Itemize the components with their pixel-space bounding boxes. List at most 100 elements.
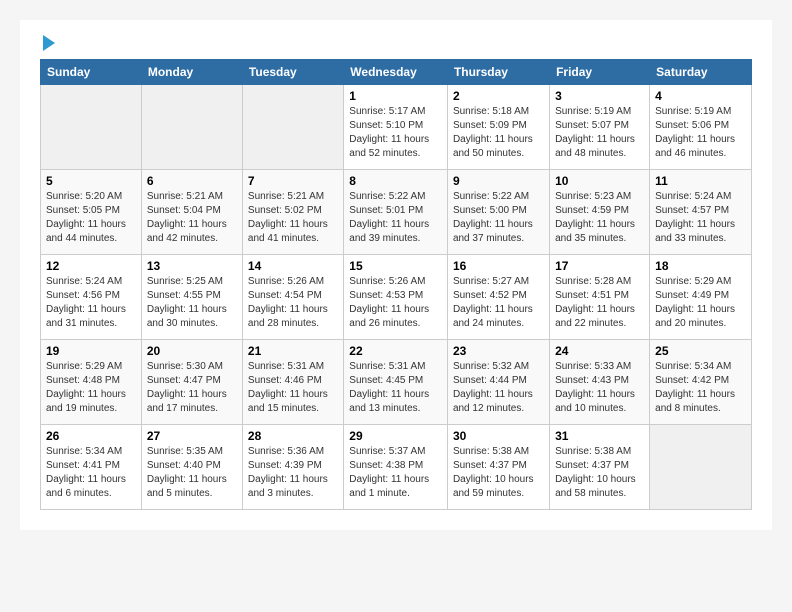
calendar-week-row: 12Sunrise: 5:24 AM Sunset: 4:56 PM Dayli… xyxy=(41,255,752,340)
calendar-cell: 24 Sunrise: 5:33 AM Sunset: 4:43 PM Dayli… xyxy=(550,340,650,425)
day-number: 28 xyxy=(248,429,338,443)
calendar-cell: 9 Sunrise: 5:22 AM Sunset: 5:00 PM Daylig… xyxy=(447,170,549,255)
day-number: 22 xyxy=(349,344,442,358)
day-info: Sunrise: 5:38 AM Sunset: 4:37 PM Dayligh… xyxy=(453,445,544,501)
calendar-cell xyxy=(242,85,343,170)
day-info: Sunrise: 5:34 AM Sunset: 4:41 PM Dayligh… xyxy=(46,445,136,501)
calendar-cell: 12Sunrise: 5:24 AM Sunset: 4:56 PM Dayli… xyxy=(41,255,142,340)
calendar-cell: 30Sunrise: 5:38 AM Sunset: 4:37 PM Dayli… xyxy=(447,425,549,510)
weekday-header-sunday: Sunday xyxy=(41,60,142,85)
calendar-cell: 4 Sunrise: 5:19 AM Sunset: 5:06 PM Daylig… xyxy=(650,85,752,170)
day-info: Sunrise: 5:28 AM Sunset: 4:51 PM Dayligh… xyxy=(555,275,644,331)
weekday-header-monday: Monday xyxy=(141,60,242,85)
day-info: Sunrise: 5:26 AM Sunset: 4:54 PM Dayligh… xyxy=(248,275,338,331)
calendar-cell: 26Sunrise: 5:34 AM Sunset: 4:41 PM Dayli… xyxy=(41,425,142,510)
calendar-cell: 5 Sunrise: 5:20 AM Sunset: 5:05 PM Daylig… xyxy=(41,170,142,255)
day-number: 3 xyxy=(555,89,644,103)
calendar-cell: 3 Sunrise: 5:19 AM Sunset: 5:07 PM Daylig… xyxy=(550,85,650,170)
day-info: Sunrise: 5:35 AM Sunset: 4:40 PM Dayligh… xyxy=(147,445,237,501)
calendar-cell: 6 Sunrise: 5:21 AM Sunset: 5:04 PM Daylig… xyxy=(141,170,242,255)
logo xyxy=(40,35,55,51)
calendar-cell: 18 Sunrise: 5:29 AM Sunset: 4:49 PM Dayli… xyxy=(650,255,752,340)
day-number: 23 xyxy=(453,344,544,358)
day-number: 12 xyxy=(46,259,136,273)
calendar-cell: 15Sunrise: 5:26 AM Sunset: 4:53 PM Dayli… xyxy=(344,255,448,340)
day-number: 10 xyxy=(555,174,644,188)
calendar-week-row: 26Sunrise: 5:34 AM Sunset: 4:41 PM Dayli… xyxy=(41,425,752,510)
calendar-cell: 11 Sunrise: 5:24 AM Sunset: 4:57 PM Dayli… xyxy=(650,170,752,255)
day-info: Sunrise: 5:23 AM Sunset: 4:59 PM Dayligh… xyxy=(555,190,644,246)
calendar-cell: 31 Sunrise: 5:38 AM Sunset: 4:37 PM Dayli… xyxy=(550,425,650,510)
calendar-cell: 17 Sunrise: 5:28 AM Sunset: 4:51 PM Dayli… xyxy=(550,255,650,340)
day-info: Sunrise: 5:22 AM Sunset: 5:01 PM Dayligh… xyxy=(349,190,442,246)
day-number: 14 xyxy=(248,259,338,273)
day-info: Sunrise: 5:38 AM Sunset: 4:37 PM Dayligh… xyxy=(555,445,644,501)
day-number: 9 xyxy=(453,174,544,188)
calendar-cell: 28 Sunrise: 5:36 AM Sunset: 4:39 PM Dayli… xyxy=(242,425,343,510)
logo-text xyxy=(40,35,55,51)
calendar-cell: 14 Sunrise: 5:26 AM Sunset: 4:54 PM Dayli… xyxy=(242,255,343,340)
day-number: 8 xyxy=(349,174,442,188)
weekday-header-wednesday: Wednesday xyxy=(344,60,448,85)
calendar-cell: 13 Sunrise: 5:25 AM Sunset: 4:55 PM Dayli… xyxy=(141,255,242,340)
day-number: 20 xyxy=(147,344,237,358)
day-number: 18 xyxy=(655,259,746,273)
calendar-cell: 22 Sunrise: 5:31 AM Sunset: 4:45 PM Dayli… xyxy=(344,340,448,425)
calendar-week-row: 5 Sunrise: 5:20 AM Sunset: 5:05 PM Daylig… xyxy=(41,170,752,255)
day-number: 2 xyxy=(453,89,544,103)
day-number: 17 xyxy=(555,259,644,273)
calendar-cell: 27 Sunrise: 5:35 AM Sunset: 4:40 PM Dayli… xyxy=(141,425,242,510)
day-info: Sunrise: 5:33 AM Sunset: 4:43 PM Dayligh… xyxy=(555,360,644,416)
calendar-cell xyxy=(650,425,752,510)
day-info: Sunrise: 5:37 AM Sunset: 4:38 PM Dayligh… xyxy=(349,445,442,501)
day-info: Sunrise: 5:25 AM Sunset: 4:55 PM Dayligh… xyxy=(147,275,237,331)
day-number: 5 xyxy=(46,174,136,188)
day-number: 11 xyxy=(655,174,746,188)
day-number: 16 xyxy=(453,259,544,273)
weekday-header-tuesday: Tuesday xyxy=(242,60,343,85)
day-number: 24 xyxy=(555,344,644,358)
day-number: 29 xyxy=(349,429,442,443)
calendar-cell xyxy=(41,85,142,170)
day-info: Sunrise: 5:17 AM Sunset: 5:10 PM Dayligh… xyxy=(349,105,442,161)
day-number: 31 xyxy=(555,429,644,443)
header-row xyxy=(40,35,752,51)
day-number: 27 xyxy=(147,429,237,443)
day-info: Sunrise: 5:36 AM Sunset: 4:39 PM Dayligh… xyxy=(248,445,338,501)
day-info: Sunrise: 5:29 AM Sunset: 4:49 PM Dayligh… xyxy=(655,275,746,331)
calendar-cell: 20Sunrise: 5:30 AM Sunset: 4:47 PM Dayli… xyxy=(141,340,242,425)
day-info: Sunrise: 5:24 AM Sunset: 4:57 PM Dayligh… xyxy=(655,190,746,246)
day-info: Sunrise: 5:31 AM Sunset: 4:45 PM Dayligh… xyxy=(349,360,442,416)
day-info: Sunrise: 5:26 AM Sunset: 4:53 PM Dayligh… xyxy=(349,275,442,331)
day-number: 25 xyxy=(655,344,746,358)
day-info: Sunrise: 5:18 AM Sunset: 5:09 PM Dayligh… xyxy=(453,105,544,161)
calendar-header-row: SundayMondayTuesdayWednesdayThursdayFrid… xyxy=(41,60,752,85)
weekday-header-thursday: Thursday xyxy=(447,60,549,85)
calendar-cell: 23Sunrise: 5:32 AM Sunset: 4:44 PM Dayli… xyxy=(447,340,549,425)
day-number: 13 xyxy=(147,259,237,273)
calendar-cell: 16Sunrise: 5:27 AM Sunset: 4:52 PM Dayli… xyxy=(447,255,549,340)
day-number: 19 xyxy=(46,344,136,358)
weekday-header-saturday: Saturday xyxy=(650,60,752,85)
logo-arrow-icon xyxy=(43,35,55,51)
calendar-cell: 21 Sunrise: 5:31 AM Sunset: 4:46 PM Dayli… xyxy=(242,340,343,425)
day-info: Sunrise: 5:19 AM Sunset: 5:06 PM Dayligh… xyxy=(655,105,746,161)
calendar-week-row: 19Sunrise: 5:29 AM Sunset: 4:48 PM Dayli… xyxy=(41,340,752,425)
calendar-cell: 29 Sunrise: 5:37 AM Sunset: 4:38 PM Dayli… xyxy=(344,425,448,510)
day-info: Sunrise: 5:20 AM Sunset: 5:05 PM Dayligh… xyxy=(46,190,136,246)
day-number: 21 xyxy=(248,344,338,358)
calendar-cell: 8 Sunrise: 5:22 AM Sunset: 5:01 PM Daylig… xyxy=(344,170,448,255)
calendar-cell: 10 Sunrise: 5:23 AM Sunset: 4:59 PM Dayli… xyxy=(550,170,650,255)
day-number: 7 xyxy=(248,174,338,188)
day-number: 4 xyxy=(655,89,746,103)
day-number: 1 xyxy=(349,89,442,103)
day-info: Sunrise: 5:21 AM Sunset: 5:04 PM Dayligh… xyxy=(147,190,237,246)
calendar-table: SundayMondayTuesdayWednesdayThursdayFrid… xyxy=(40,59,752,510)
day-info: Sunrise: 5:31 AM Sunset: 4:46 PM Dayligh… xyxy=(248,360,338,416)
day-info: Sunrise: 5:22 AM Sunset: 5:00 PM Dayligh… xyxy=(453,190,544,246)
weekday-header-friday: Friday xyxy=(550,60,650,85)
calendar-week-row: 1 Sunrise: 5:17 AM Sunset: 5:10 PM Daylig… xyxy=(41,85,752,170)
day-info: Sunrise: 5:34 AM Sunset: 4:42 PM Dayligh… xyxy=(655,360,746,416)
day-info: Sunrise: 5:19 AM Sunset: 5:07 PM Dayligh… xyxy=(555,105,644,161)
day-number: 6 xyxy=(147,174,237,188)
